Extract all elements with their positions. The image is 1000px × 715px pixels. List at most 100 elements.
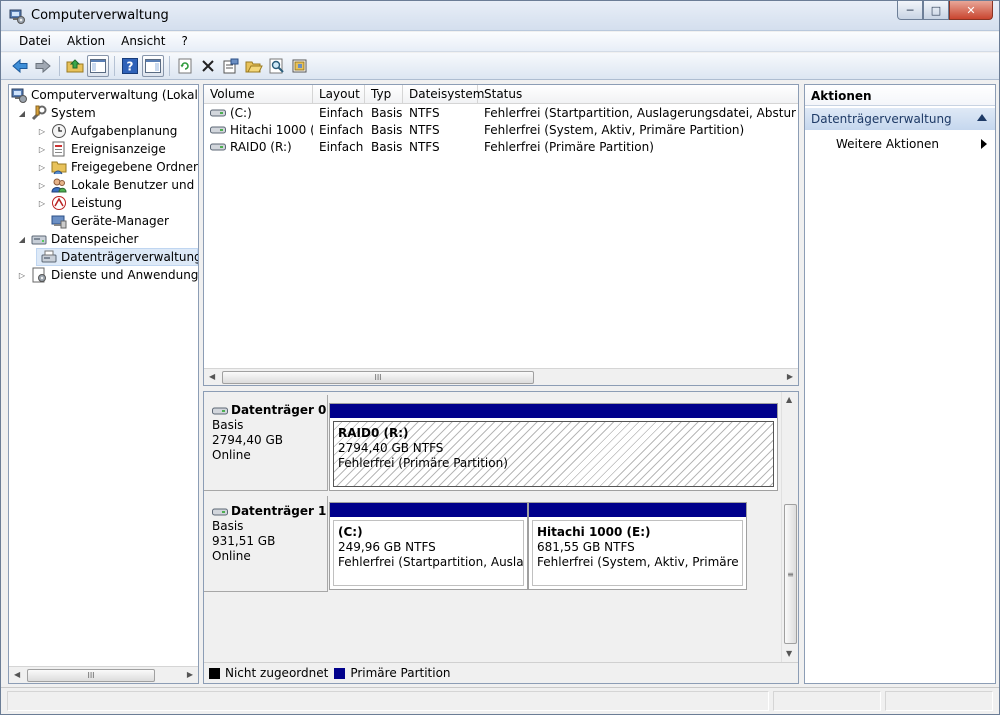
type-cell: Basis — [371, 123, 403, 137]
tree-item-geraete-manager[interactable]: Geräte-Manager — [37, 212, 169, 230]
computer-management-icon — [9, 8, 25, 24]
services-icon — [31, 267, 47, 283]
column-header-layout[interactable]: Layout — [313, 85, 365, 104]
menu-aktion[interactable]: Aktion — [59, 32, 113, 51]
delete-icon — [200, 58, 216, 74]
action-pane-button[interactable] — [142, 55, 164, 77]
partition-hitachi[interactable]: Hitachi 1000 (E:) 681,55 GB NTFS Fehlerf… — [528, 502, 747, 590]
partition-raid0[interactable]: RAID0 (R:) 2794,40 GB NTFS Fehlerfrei (P… — [329, 403, 778, 491]
close-button[interactable]: ✕ — [949, 1, 993, 20]
layout-cell: Einfach — [319, 106, 364, 120]
tree-item-system[interactable]: ◢ System — [17, 104, 96, 122]
tree-item-aufgabenplanung[interactable]: ▷ Aufgabenplanung — [37, 122, 177, 140]
actions-section-header[interactable]: Datenträgerverwaltung — [805, 108, 995, 130]
collapsed-arrow-icon[interactable]: ▷ — [37, 181, 47, 190]
menu-ansicht[interactable]: Ansicht — [113, 32, 173, 51]
list-horizontal-scrollbar[interactable]: ◀ III ▶ — [204, 368, 798, 385]
refresh-icon — [177, 58, 193, 74]
expanded-arrow-icon[interactable]: ◢ — [17, 235, 27, 244]
scroll-thumb[interactable]: ≡ — [784, 504, 797, 644]
collapsed-arrow-icon[interactable]: ▷ — [37, 127, 47, 136]
volume-name: (C:) — [230, 106, 252, 120]
collapsed-arrow-icon[interactable]: ▷ — [17, 271, 27, 280]
disk-state: Online — [212, 448, 251, 462]
refresh-button[interactable] — [174, 55, 196, 77]
collapse-arrow-icon[interactable] — [977, 114, 987, 121]
forward-button[interactable] — [32, 55, 54, 77]
column-header-status[interactable]: Status — [478, 85, 798, 104]
partition-c[interactable]: (C:) 249,96 GB NTFS Fehlerfrei (Startpar… — [329, 502, 528, 590]
status-segment — [885, 691, 993, 711]
shared-folder-icon — [51, 159, 67, 175]
scroll-up-icon[interactable]: ▲ — [786, 395, 792, 404]
scroll-thumb[interactable]: III — [27, 669, 155, 682]
collapsed-arrow-icon[interactable]: ▷ — [37, 163, 47, 172]
tree-item-label: Lokale Benutzer und Gr — [71, 178, 199, 192]
minimize-icon: ─ — [906, 3, 914, 17]
scroll-right-icon[interactable]: ▶ — [787, 372, 793, 381]
table-row[interactable]: (C:) Einfach Basis NTFS Fehlerfrei (Star… — [204, 105, 798, 122]
partition-name: Hitachi 1000 (E:) — [537, 525, 651, 539]
column-header-volume[interactable]: Volume — [204, 85, 313, 104]
tree-root-label: Computerverwaltung (Lokal) — [31, 88, 199, 102]
properties-button[interactable] — [220, 55, 242, 77]
column-header-typ[interactable]: Typ — [365, 85, 403, 104]
filesystem-cell: NTFS — [409, 106, 440, 120]
scroll-right-icon[interactable]: ▶ — [187, 670, 193, 679]
primary-partition-bar — [330, 404, 777, 418]
tree-item-ereignisanzeige[interactable]: ▷ Ereignisanzeige — [37, 140, 166, 158]
filesystem-cell: NTFS — [409, 140, 440, 154]
tree-item-freigegebene-ordner[interactable]: ▷ Freigegebene Ordner — [37, 158, 198, 176]
scroll-down-icon[interactable]: ▼ — [786, 649, 792, 658]
tree-horizontal-scrollbar[interactable]: ◀ III ▶ — [9, 666, 198, 683]
column-header-dateisystem[interactable]: Dateisystem — [403, 85, 484, 104]
partition-size: 249,96 GB NTFS — [338, 540, 436, 554]
menu-help[interactable]: ? — [173, 32, 195, 51]
menu-datei[interactable]: Datei — [11, 32, 59, 51]
disk-row-1: Datenträger 1 Basis 931,51 GB Online (C:… — [204, 496, 782, 592]
tree-item-lokale-benutzer[interactable]: ▷ Lokale Benutzer und Gr — [37, 176, 199, 194]
disk-view-vertical-scrollbar[interactable]: ▲ ≡ ▼ — [781, 392, 798, 664]
export-button[interactable] — [289, 55, 311, 77]
expanded-arrow-icon[interactable]: ◢ — [17, 109, 27, 118]
export-icon — [292, 58, 308, 74]
tree-item-label: Ereignisanzeige — [71, 142, 166, 156]
minimize-button[interactable]: ─ — [897, 1, 923, 20]
collapsed-arrow-icon[interactable]: ▷ — [37, 199, 47, 208]
tree-item-leistung[interactable]: ▷ Leistung — [37, 194, 122, 212]
delete-button[interactable] — [197, 55, 219, 77]
disk-info[interactable]: Datenträger 0 Basis 2794,40 GB Online — [204, 395, 328, 491]
clock-icon — [51, 123, 67, 139]
tree-item-datenspeicher[interactable]: ◢ Datenspeicher — [17, 230, 138, 248]
partition-size: 681,55 GB NTFS — [537, 540, 635, 554]
window-title: Computerverwaltung — [31, 8, 169, 23]
close-icon: ✕ — [966, 3, 976, 17]
disk-name-label: Datenträger 0 — [231, 403, 327, 417]
svg-text:?: ? — [127, 60, 134, 74]
storage-icon — [31, 231, 47, 247]
search-button[interactable] — [266, 55, 288, 77]
disk-row-0: Datenträger 0 Basis 2794,40 GB Online RA… — [204, 395, 782, 491]
up-level-button[interactable] — [64, 55, 86, 77]
open-button[interactable] — [243, 55, 265, 77]
toolbar-separator — [169, 56, 170, 76]
help-button[interactable]: ? — [119, 55, 141, 77]
back-button[interactable] — [9, 55, 31, 77]
partition-size: 2794,40 GB NTFS — [338, 441, 444, 455]
tree-item-datentraegerverwaltung[interactable]: Datenträgerverwaltung — [36, 248, 198, 266]
collapsed-arrow-icon[interactable]: ▷ — [37, 145, 47, 154]
maximize-button[interactable]: □ — [923, 1, 949, 20]
disk-info[interactable]: Datenträger 1 Basis 931,51 GB Online — [204, 496, 328, 592]
tree-root[interactable]: Computerverwaltung (Lokal) — [11, 86, 199, 104]
system-tools-icon — [31, 105, 47, 121]
show-hide-tree-button[interactable] — [87, 55, 109, 77]
tree-item-label: Dienste und Anwendungen — [51, 268, 199, 282]
scroll-left-icon[interactable]: ◀ — [14, 670, 20, 679]
scroll-thumb[interactable]: III — [222, 371, 534, 384]
scroll-left-icon[interactable]: ◀ — [209, 372, 215, 381]
table-row[interactable]: RAID0 (R:) Einfach Basis NTFS Fehlerfrei… — [204, 139, 798, 156]
table-row[interactable]: Hitachi 1000 (E:) Einfach Basis NTFS Feh… — [204, 122, 798, 139]
more-actions-item[interactable]: Weitere Aktionen — [805, 134, 995, 154]
toolbar-separator — [114, 56, 115, 76]
tree-item-dienste-und-anwendungen[interactable]: ▷ Dienste und Anwendungen — [17, 266, 199, 284]
